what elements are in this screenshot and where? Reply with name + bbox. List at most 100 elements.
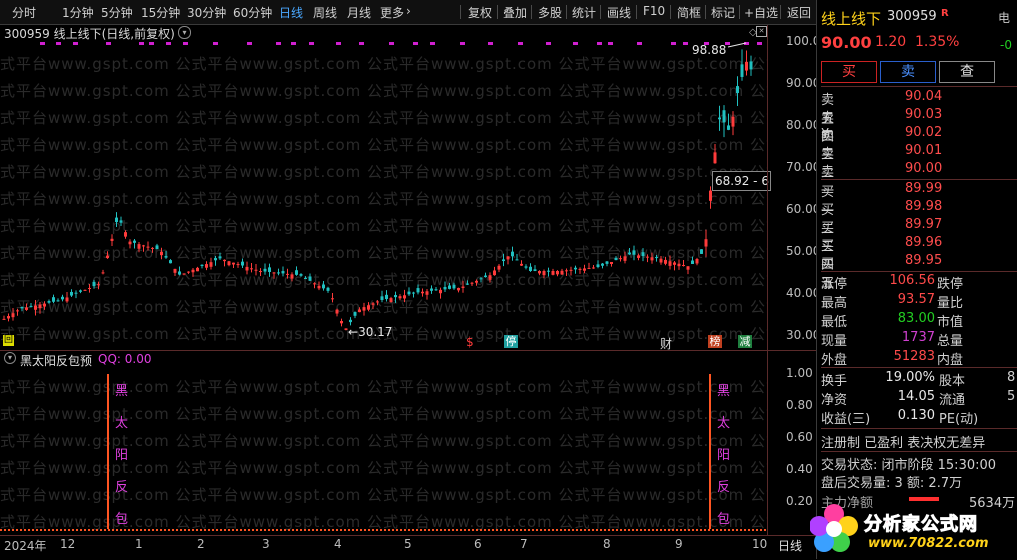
stat-label: 现量 bbox=[821, 334, 848, 349]
signal-char: 黑 bbox=[717, 384, 731, 399]
time-label: 8 bbox=[603, 537, 611, 551]
stat-label: 收益(三) bbox=[821, 412, 871, 427]
signal-char: 阳 bbox=[717, 448, 731, 463]
r-badge: R bbox=[941, 8, 949, 19]
stock-code: 300959 bbox=[887, 9, 937, 24]
stat-turnover: 19.00% bbox=[885, 370, 935, 385]
time-label: 7 bbox=[520, 537, 528, 551]
last-price: 90.00 bbox=[821, 33, 872, 52]
time-label: 2024年 bbox=[4, 539, 47, 553]
query-button[interactable]: 查 bbox=[939, 61, 995, 83]
chart-header: 300959 线上线下(日线,前复权) bbox=[4, 27, 175, 41]
draw-line-button[interactable]: 画线 bbox=[607, 4, 631, 21]
signal-char: 太 bbox=[115, 416, 129, 431]
signal-char: 包 bbox=[115, 512, 129, 527]
site-logo: 分析家公式网 www.70822.com bbox=[806, 500, 1017, 559]
jian-marker[interactable]: 减 bbox=[738, 335, 752, 348]
period-monthly[interactable]: 月线 bbox=[347, 4, 371, 21]
period-5min[interactable]: 5分钟 bbox=[101, 4, 133, 21]
side-value: -0 bbox=[1000, 38, 1012, 52]
period-weekly[interactable]: 周线 bbox=[313, 4, 337, 21]
stat-low: 83.00 bbox=[897, 311, 935, 326]
f10-button[interactable]: F10 bbox=[643, 4, 665, 18]
close-icon[interactable]: ✕ bbox=[756, 26, 767, 37]
stat-label: 市值 bbox=[937, 315, 964, 330]
overlay-button[interactable]: 叠加 bbox=[503, 4, 527, 21]
side-label: 电 bbox=[998, 11, 1011, 25]
sub-y-tick: 0.80 bbox=[786, 398, 813, 412]
more-arrow-icon[interactable]: › bbox=[406, 4, 411, 18]
time-label: 2 bbox=[197, 537, 205, 551]
multi-stock-button[interactable]: 多股 bbox=[538, 4, 562, 21]
stat-label: 流通 bbox=[939, 393, 966, 408]
period-tab-daily[interactable]: 日线 bbox=[778, 537, 802, 554]
indicator-qq-value: QQ: 0.00 bbox=[98, 352, 152, 366]
stat-label: 最高 bbox=[821, 296, 848, 311]
time-label: 10 bbox=[752, 537, 768, 551]
stat-label: 股本 bbox=[939, 374, 966, 389]
indicator-panel[interactable]: 式平台www.gspt.com 公式平台www.gspt.com 公式平台www… bbox=[0, 352, 767, 532]
hui-marker[interactable]: 回 bbox=[3, 335, 14, 346]
stat-high: 93.57 bbox=[897, 292, 935, 307]
note-line: 注册制 已盈利 表决权无差异 bbox=[821, 436, 986, 451]
change-value: 1.20 bbox=[875, 34, 907, 50]
signal-char: 反 bbox=[115, 480, 129, 495]
stat-label: 涨停 bbox=[821, 277, 848, 292]
flower-logo-icon bbox=[810, 504, 858, 552]
change-percent: 1.35% bbox=[915, 34, 960, 50]
simple-frame-button[interactable]: 简框 bbox=[677, 4, 701, 21]
bang-marker[interactable]: 榜 bbox=[708, 335, 722, 348]
add-watchlist-button[interactable]: +自选 bbox=[744, 4, 778, 21]
stat-label: PE(动) bbox=[939, 412, 979, 427]
candlestick-canvas bbox=[2, 42, 762, 331]
time-label: 9 bbox=[675, 537, 683, 551]
stat-eps: 0.130 bbox=[897, 408, 935, 423]
stat-label: 跌停 bbox=[937, 277, 964, 292]
stat-net-assets: 14.05 bbox=[897, 389, 935, 404]
time-label: 6 bbox=[474, 537, 482, 551]
sub-y-tick: 0.60 bbox=[786, 430, 813, 444]
buy-button[interactable]: 买 bbox=[821, 61, 877, 83]
period-fenshi[interactable]: 分时 bbox=[12, 4, 36, 21]
low-price-label: ←30.17 bbox=[348, 325, 393, 339]
crosshair-tooltip: 68.92 - 6 bbox=[712, 171, 771, 191]
stat-label: 内盘 bbox=[937, 353, 964, 368]
signal-char: 太 bbox=[717, 416, 731, 431]
sell-button[interactable]: 卖 bbox=[880, 61, 936, 83]
period-30min[interactable]: 30分钟 bbox=[187, 4, 226, 21]
stat-current-vol: 1737 bbox=[901, 330, 935, 345]
high-price-label: 98.88 bbox=[692, 43, 727, 57]
period-15min[interactable]: 15分钟 bbox=[141, 4, 180, 21]
period-60min[interactable]: 60分钟 bbox=[233, 4, 272, 21]
timeline-axis: 2024年 12 1 2 3 4 5 6 7 8 9 10 日线 bbox=[0, 535, 816, 560]
period-1min[interactable]: 1分钟 bbox=[62, 4, 94, 21]
stat-label: 总量 bbox=[937, 334, 964, 349]
sub-y-tick: 1.00 bbox=[786, 366, 813, 380]
signal-char: 包 bbox=[717, 512, 731, 527]
sub-y-tick: 0.40 bbox=[786, 462, 813, 476]
back-button[interactable]: 返回 bbox=[787, 4, 811, 21]
stat-limit-up: 106.56 bbox=[889, 273, 936, 288]
period-more[interactable]: 更多 bbox=[380, 4, 404, 21]
chevron-down-icon[interactable]: ▾ bbox=[4, 352, 16, 364]
stat-label: 量比 bbox=[937, 296, 964, 311]
note-line: 交易状态: 闭市阶段 15:30:00 bbox=[821, 458, 997, 473]
signal-bar-left bbox=[107, 374, 109, 529]
time-label: 5 bbox=[404, 537, 412, 551]
stats-button[interactable]: 统计 bbox=[572, 4, 596, 21]
price-chart-panel[interactable]: 式平台www.gspt.com 公式平台www.gspt.com 公式平台www… bbox=[0, 25, 771, 351]
chart-right-border bbox=[767, 25, 768, 535]
chevron-down-icon[interactable]: ▾ bbox=[178, 26, 191, 39]
stat-label: 换手 bbox=[821, 374, 848, 389]
stop-marker[interactable]: 停 bbox=[504, 335, 518, 348]
mark-button[interactable]: 标记 bbox=[711, 4, 735, 21]
note-line: 盘后交易量: 3 额: 2.7万 bbox=[821, 476, 963, 491]
fuquan-button[interactable]: 复权 bbox=[468, 4, 492, 21]
stock-name: 线上线下 bbox=[821, 10, 882, 28]
stat-label: 净资 bbox=[821, 393, 848, 408]
dollar-marker[interactable]: $ bbox=[466, 335, 474, 349]
logo-url: www.70822.com bbox=[868, 536, 989, 551]
stat-label: 外盘 bbox=[821, 353, 848, 368]
time-label: 4 bbox=[334, 537, 342, 551]
period-daily[interactable]: 日线 bbox=[279, 4, 303, 21]
